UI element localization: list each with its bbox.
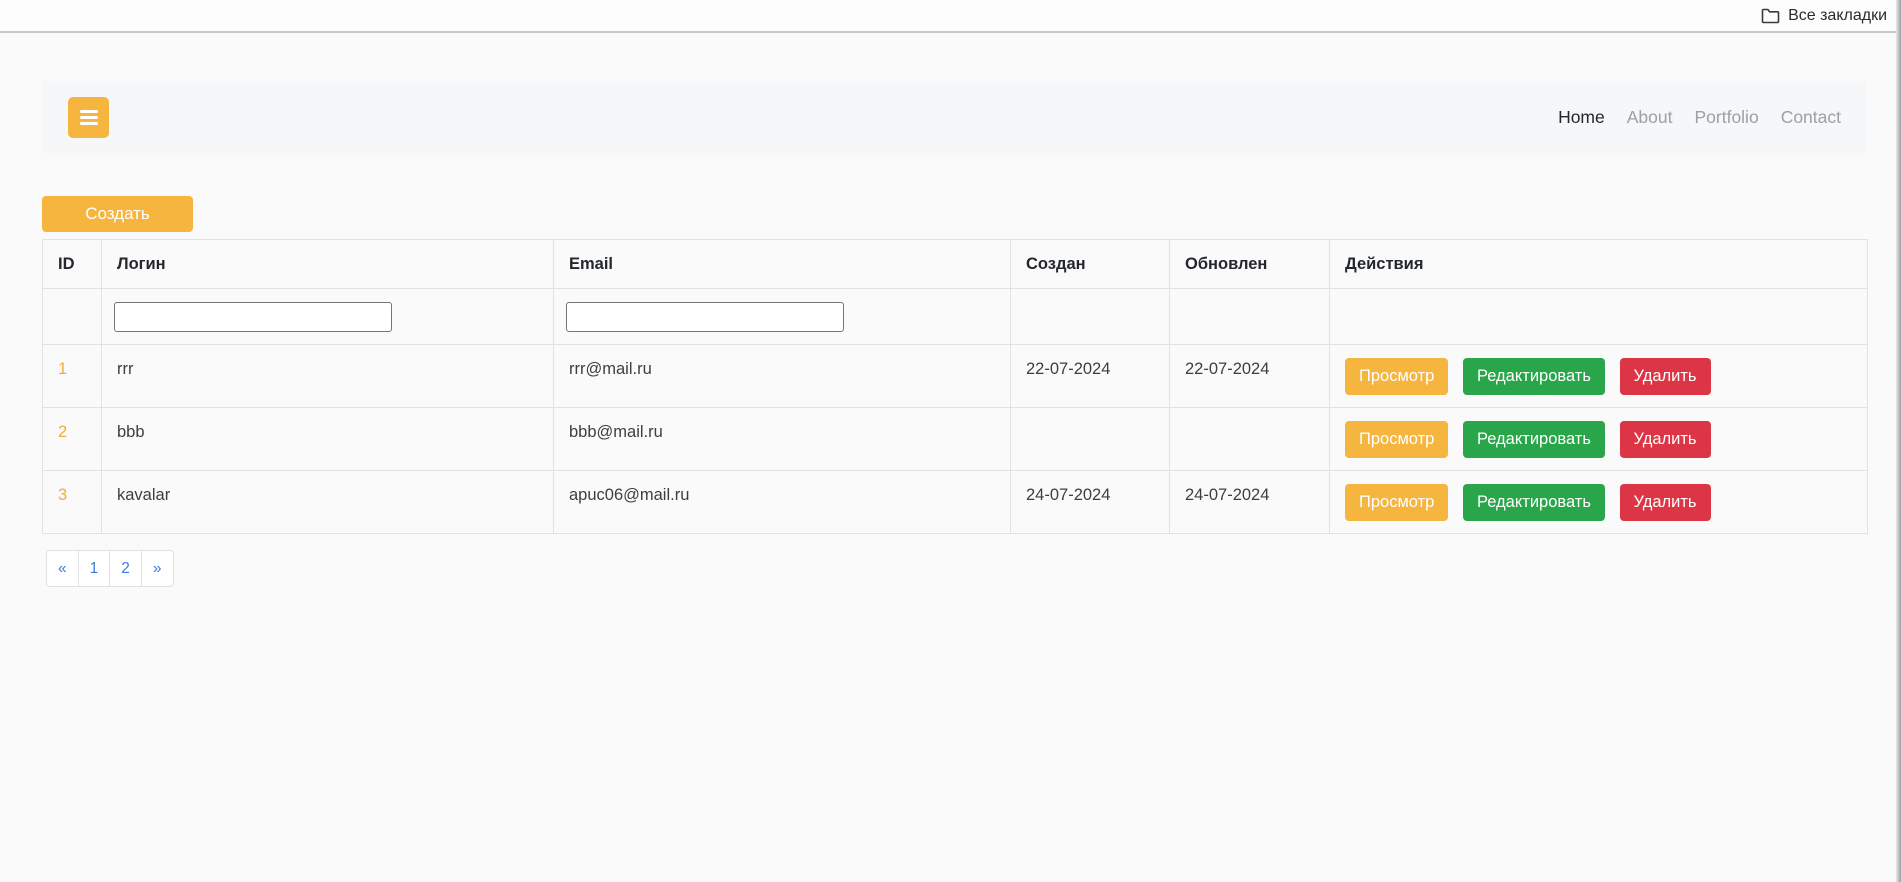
row-login: kavalar [102,471,554,534]
view-button[interactable]: Просмотр [1345,358,1448,395]
pagination-next[interactable]: » [141,550,174,587]
row-login: bbb [102,408,554,471]
hamburger-menu-button[interactable] [68,97,109,138]
folder-icon [1761,8,1780,24]
row-created: 22-07-2024 [1011,345,1170,408]
row-created [1011,408,1170,471]
table-row: 3 kavalar apuc06@mail.ru 24-07-2024 24-0… [43,471,1868,534]
nav-links: Home About Portfolio Contact [1558,107,1841,128]
nav-link-contact[interactable]: Contact [1781,107,1841,128]
hamburger-icon [80,110,98,113]
edit-button[interactable]: Редактировать [1463,358,1605,395]
row-actions: Просмотр Редактировать Удалить [1330,408,1868,471]
row-email: apuc06@mail.ru [554,471,1011,534]
header-actions: Действия [1330,240,1868,289]
delete-button[interactable]: Удалить [1620,358,1711,395]
view-button[interactable]: Просмотр [1345,484,1448,521]
row-created: 24-07-2024 [1011,471,1170,534]
row-updated: 24-07-2024 [1170,471,1330,534]
bookmarks-bar: Все закладки [0,0,1901,33]
filter-row [43,289,1868,345]
edit-button[interactable]: Редактировать [1463,484,1605,521]
header-email: Email [554,240,1011,289]
bookmarks-label[interactable]: Все закладки [1788,7,1887,25]
header-created: Создан [1011,240,1170,289]
navbar: Home About Portfolio Contact [42,81,1867,153]
users-table: ID Логин Email Создан Обновлен Действия … [42,239,1868,534]
header-login: Логин [102,240,554,289]
row-id-link[interactable]: 2 [58,423,67,441]
header-updated: Обновлен [1170,240,1330,289]
table-row: 1 rrr rrr@mail.ru 22-07-2024 22-07-2024 … [43,345,1868,408]
pagination: « 1 2 » [46,550,174,587]
email-filter-input[interactable] [566,302,844,332]
nav-link-about[interactable]: About [1627,107,1673,128]
delete-button[interactable]: Удалить [1620,484,1711,521]
nav-link-portfolio[interactable]: Portfolio [1694,107,1758,128]
row-id-link[interactable]: 1 [58,360,67,378]
row-updated: 22-07-2024 [1170,345,1330,408]
pagination-prev[interactable]: « [46,550,79,587]
create-button[interactable]: Создать [42,196,193,232]
row-email: bbb@mail.ru [554,408,1011,471]
pagination-page-2[interactable]: 2 [109,550,142,587]
pagination-page-1[interactable]: 1 [78,550,111,587]
row-email: rrr@mail.ru [554,345,1011,408]
delete-button[interactable]: Удалить [1620,421,1711,458]
view-button[interactable]: Просмотр [1345,421,1448,458]
row-actions: Просмотр Редактировать Удалить [1330,345,1868,408]
scrollbar[interactable] [1896,0,1901,882]
table-row: 2 bbb bbb@mail.ru Просмотр Редактировать… [43,408,1868,471]
row-updated [1170,408,1330,471]
row-actions: Просмотр Редактировать Удалить [1330,471,1868,534]
header-id: ID [43,240,102,289]
table-header-row: ID Логин Email Создан Обновлен Действия [43,240,1868,289]
row-id-link[interactable]: 3 [58,486,67,504]
nav-link-home[interactable]: Home [1558,107,1605,128]
login-filter-input[interactable] [114,302,392,332]
row-login: rrr [102,345,554,408]
edit-button[interactable]: Редактировать [1463,421,1605,458]
